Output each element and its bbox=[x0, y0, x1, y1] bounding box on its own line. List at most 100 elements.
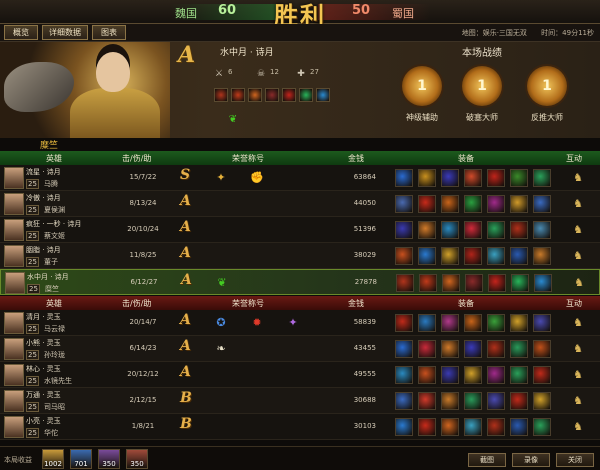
hero-avatar[interactable] bbox=[4, 245, 24, 267]
equipment-slot-icon[interactable] bbox=[510, 247, 528, 265]
like-icon[interactable]: ♞ bbox=[572, 342, 584, 356]
tab-overview[interactable]: 概览 bbox=[4, 25, 38, 40]
player-row[interactable]: 冷傲 · 诗月 25 夏侯渊 8/13/24 A 44050 ♞ bbox=[0, 191, 600, 217]
equipment-slot-icon[interactable] bbox=[418, 392, 436, 410]
equipment-slot-icon[interactable] bbox=[487, 418, 505, 436]
equipment-slot-icon[interactable] bbox=[487, 195, 505, 213]
player-row[interactable]: 清月 · 灵玉 25 马云禄 20/14/7 A ✪ ✹ ✦ 58839 ♞ bbox=[0, 310, 600, 336]
player-row[interactable]: 流星 · 诗月 25 马腾 15/7/22 S ✦ ✊ 63864 ♞ bbox=[0, 165, 600, 191]
equipment-slot-icon[interactable] bbox=[464, 392, 482, 410]
equipment-slot-icon[interactable] bbox=[464, 169, 482, 187]
equipment-slot-icon[interactable] bbox=[510, 340, 528, 358]
hero-avatar[interactable] bbox=[4, 167, 24, 189]
equipment-slot-icon[interactable] bbox=[487, 247, 505, 265]
player-row[interactable]: 胭脂 · 诗月 25 董子 11/8/25 A 38029 ♞ bbox=[0, 243, 600, 269]
equipment-slot-icon[interactable] bbox=[248, 88, 262, 102]
equipment-slot-icon[interactable] bbox=[395, 366, 413, 384]
equipment-slot-icon[interactable] bbox=[487, 221, 505, 239]
hero-avatar[interactable] bbox=[4, 416, 24, 438]
equipment-slot-icon[interactable] bbox=[464, 221, 482, 239]
equipment-slot-icon[interactable] bbox=[441, 418, 459, 436]
screenshot-button[interactable]: 截图 bbox=[468, 453, 506, 467]
equipment-slot-icon[interactable] bbox=[510, 418, 528, 436]
equipment-slot-icon[interactable] bbox=[299, 88, 313, 102]
equipment-slot-icon[interactable] bbox=[533, 418, 551, 436]
equipment-slot-icon[interactable] bbox=[441, 221, 459, 239]
equipment-slot-icon[interactable] bbox=[395, 340, 413, 358]
equipment-slot-icon[interactable] bbox=[395, 392, 413, 410]
like-icon[interactable]: ♞ bbox=[572, 171, 584, 185]
equipment-slot-icon[interactable] bbox=[464, 314, 482, 332]
equipment-slot-icon[interactable] bbox=[510, 195, 528, 213]
equipment-slot-icon[interactable] bbox=[464, 366, 482, 384]
hero-avatar[interactable] bbox=[4, 338, 24, 360]
equipment-slot-icon[interactable] bbox=[419, 274, 437, 292]
equipment-slot-icon[interactable] bbox=[464, 418, 482, 436]
equipment-slot-icon[interactable] bbox=[441, 169, 459, 187]
equipment-slot-icon[interactable] bbox=[510, 314, 528, 332]
equipment-slot-icon[interactable] bbox=[510, 392, 528, 410]
equipment-slot-icon[interactable] bbox=[418, 340, 436, 358]
hero-avatar[interactable] bbox=[4, 193, 24, 215]
equipment-slot-icon[interactable] bbox=[464, 340, 482, 358]
equipment-slot-icon[interactable] bbox=[441, 392, 459, 410]
like-icon[interactable]: ♞ bbox=[572, 249, 584, 263]
equipment-slot-icon[interactable] bbox=[418, 314, 436, 332]
equipment-slot-icon[interactable] bbox=[533, 340, 551, 358]
equipment-slot-icon[interactable] bbox=[464, 247, 482, 265]
fist-icon[interactable]: ✊ bbox=[248, 170, 266, 186]
equipment-slot-icon[interactable] bbox=[418, 247, 436, 265]
player-row[interactable]: 疯狂 · 一秒 · 诗月 25 蔡文姬 20/10/24 A 51396 ♞ bbox=[0, 217, 600, 243]
equipment-slot-icon[interactable] bbox=[282, 88, 296, 102]
player-row[interactable]: 小熊 · 灵玉 25 孙玲珑 6/14/23 A ❧ 43455 ♞ bbox=[0, 336, 600, 362]
like-icon[interactable]: ♞ bbox=[572, 316, 584, 330]
equipment-slot-icon[interactable] bbox=[442, 274, 460, 292]
close-button[interactable]: 关闭 bbox=[556, 453, 594, 467]
equipment-slot-icon[interactable] bbox=[511, 274, 529, 292]
equipment-slot-icon[interactable] bbox=[533, 314, 551, 332]
equipment-slot-icon[interactable] bbox=[441, 340, 459, 358]
hero-avatar[interactable] bbox=[4, 364, 24, 386]
wing-icon[interactable]: ❧ bbox=[212, 341, 230, 357]
tab-charts[interactable]: 图表 bbox=[92, 25, 126, 40]
equipment-slot-icon[interactable] bbox=[395, 418, 413, 436]
equipment-slot-icon[interactable] bbox=[441, 366, 459, 384]
equipment-slot-icon[interactable] bbox=[418, 169, 436, 187]
equipment-slot-icon[interactable] bbox=[441, 247, 459, 265]
like-icon[interactable]: ♞ bbox=[573, 276, 585, 290]
equipment-slot-icon[interactable] bbox=[533, 195, 551, 213]
equipment-slot-icon[interactable] bbox=[533, 169, 551, 187]
equipment-slot-icon[interactable] bbox=[418, 221, 436, 239]
equipment-slot-icon[interactable] bbox=[418, 418, 436, 436]
equipment-slot-icon[interactable] bbox=[487, 366, 505, 384]
player-row[interactable]: 小亮 · 灵玉 25 华佗 1/8/21 B 30103 ♞ bbox=[0, 414, 600, 440]
blue-crest-icon[interactable]: ✪ bbox=[212, 315, 230, 331]
like-icon[interactable]: ♞ bbox=[572, 197, 584, 211]
hero-avatar[interactable] bbox=[4, 390, 24, 412]
equipment-slot-icon[interactable] bbox=[510, 169, 528, 187]
equipment-slot-icon[interactable] bbox=[510, 221, 528, 239]
equipment-slot-icon[interactable] bbox=[533, 247, 551, 265]
equipment-slot-icon[interactable] bbox=[396, 274, 414, 292]
equipment-slot-icon[interactable] bbox=[231, 88, 245, 102]
equipment-slot-icon[interactable] bbox=[487, 340, 505, 358]
equipment-slot-icon[interactable] bbox=[465, 274, 483, 292]
equipment-slot-icon[interactable] bbox=[418, 366, 436, 384]
equipment-slot-icon[interactable] bbox=[395, 169, 413, 187]
player-row[interactable]: 林心 · 灵玉 25 水镜先生 20/12/12 A 49555 ♞ bbox=[0, 362, 600, 388]
hero-avatar[interactable] bbox=[4, 312, 24, 334]
player-row[interactable]: 万通 · 灵玉 25 司马昭 2/12/15 B 30688 ♞ bbox=[0, 388, 600, 414]
medal-icon[interactable]: 1 bbox=[402, 66, 442, 106]
equipment-slot-icon[interactable] bbox=[464, 195, 482, 213]
equipment-slot-icon[interactable] bbox=[487, 314, 505, 332]
equipment-slot-icon[interactable] bbox=[441, 314, 459, 332]
equipment-slot-icon[interactable] bbox=[533, 221, 551, 239]
equipment-slot-icon[interactable] bbox=[510, 366, 528, 384]
gold-medal-icon[interactable]: ✦ bbox=[212, 170, 230, 186]
equipment-slot-icon[interactable] bbox=[418, 195, 436, 213]
like-icon[interactable]: ♞ bbox=[572, 420, 584, 434]
like-icon[interactable]: ♞ bbox=[572, 223, 584, 237]
like-icon[interactable]: ♞ bbox=[572, 394, 584, 408]
equipment-slot-icon[interactable] bbox=[395, 221, 413, 239]
equipment-slot-icon[interactable] bbox=[316, 88, 330, 102]
